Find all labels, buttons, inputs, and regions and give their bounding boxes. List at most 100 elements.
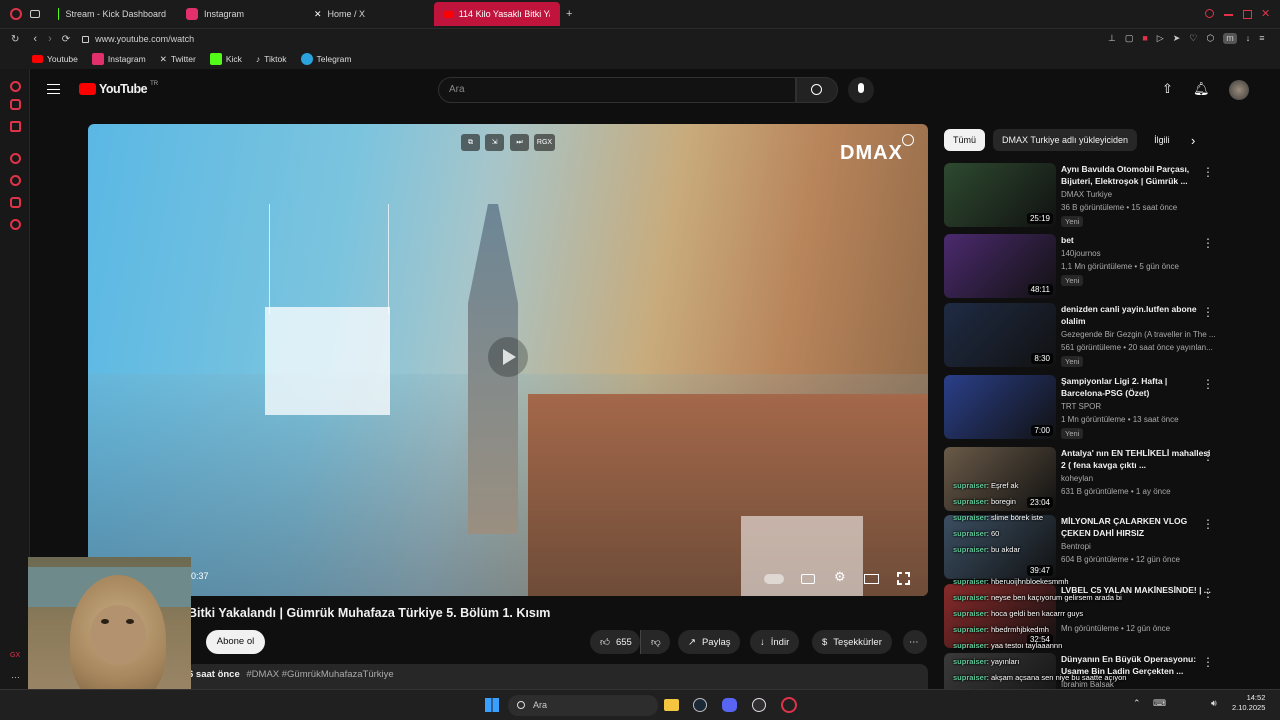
- channel-name[interactable]: TRT SPOR: [1061, 402, 1101, 411]
- search-input[interactable]: Ara: [438, 77, 796, 103]
- youtube-logo[interactable]: YouTube TR: [79, 81, 158, 96]
- share-button[interactable]: ↗ Paylaş: [678, 630, 741, 654]
- upload-icon[interactable]: ⇧: [1162, 81, 1173, 97]
- video-thumbnail[interactable]: 48:11: [944, 234, 1056, 298]
- network-icon[interactable]: ⌨: [1153, 698, 1166, 709]
- history-icon[interactable]: [10, 175, 21, 186]
- chip-related[interactable]: İlgili: [1145, 129, 1179, 151]
- chip-uploader[interactable]: DMAX Turkiye adlı yükleyiciden: [993, 129, 1138, 151]
- taskbar-search[interactable]: Ara: [508, 695, 658, 716]
- more-actions-button[interactable]: ⋯: [903, 630, 927, 654]
- video-thumbnail[interactable]: 25:19: [944, 163, 1056, 227]
- chevron-right-icon[interactable]: ›: [1191, 133, 1195, 148]
- play-icon[interactable]: ▷: [1157, 33, 1164, 44]
- like-button[interactable]: 👍︎ 655: [590, 630, 640, 654]
- messenger-icon[interactable]: [10, 99, 21, 110]
- new-tab-button[interactable]: +: [566, 8, 572, 20]
- bookmark-telegram[interactable]: Telegram: [300, 53, 351, 65]
- fullscreen-icon[interactable]: [897, 572, 910, 585]
- opera-logo-icon[interactable]: [10, 8, 22, 20]
- avatar[interactable]: [1229, 80, 1249, 100]
- discord-icon[interactable]: [722, 698, 737, 712]
- more-options-icon[interactable]: ⋮: [1202, 236, 1214, 250]
- aria-icon[interactable]: [10, 81, 21, 92]
- more-icon[interactable]: …: [11, 670, 20, 680]
- refresh-icon[interactable]: ⟳: [62, 34, 70, 45]
- bookmark-kick[interactable]: Kick: [209, 53, 242, 65]
- rgx-button[interactable]: RGX: [534, 134, 555, 151]
- channel-name[interactable]: 140journos: [1061, 249, 1101, 258]
- skip-button[interactable]: ⏭: [510, 134, 529, 151]
- video-thumbnail[interactable]: 8:30: [944, 303, 1056, 367]
- reload-icon[interactable]: ↻: [11, 34, 19, 45]
- bookmark-youtube[interactable]: Youtube: [32, 54, 78, 64]
- search-button[interactable]: [796, 77, 838, 103]
- heart-icon[interactable]: ♡: [1189, 33, 1197, 44]
- recommendation-title[interactable]: denizden canli yayin.lutfen abone olalim: [1061, 303, 1211, 327]
- screenshot-icon[interactable]: ▢: [1125, 33, 1134, 44]
- system-clock[interactable]: 14:52 2.10.2025: [1232, 693, 1265, 713]
- close-window-button[interactable]: ✕: [1261, 7, 1270, 20]
- theater-mode-icon[interactable]: [864, 574, 879, 584]
- more-options-icon[interactable]: ⋮: [1202, 377, 1214, 391]
- forward-icon[interactable]: ›: [48, 33, 52, 45]
- player-icon[interactable]: [10, 153, 21, 164]
- tray-chevron-icon[interactable]: ⌃: [1133, 698, 1141, 709]
- settings-icon[interactable]: [10, 219, 21, 230]
- chip-all[interactable]: Tümü: [944, 129, 986, 151]
- bookmark-tiktok[interactable]: ♪ Tiktok: [256, 54, 287, 64]
- steam-icon[interactable]: [693, 698, 707, 712]
- recommendation-title[interactable]: Şampiyonlar Ligi 2. Hafta | Barcelona-PS…: [1061, 375, 1211, 399]
- extensions-icon[interactable]: [10, 197, 21, 208]
- autoplay-toggle[interactable]: [764, 574, 784, 584]
- tab-kick-dashboard[interactable]: Stream - Kick Dashboard: [48, 2, 176, 26]
- volume-icon[interactable]: 🔊︎: [1211, 698, 1217, 709]
- recommendation-title[interactable]: Antalya' nın EN TEHLİKELİ mahallesi 2 ( …: [1061, 447, 1211, 471]
- hashtags[interactable]: #DMAX #GümrükMuhafazaTürkiye: [246, 669, 393, 680]
- windows-start-icon[interactable]: [485, 698, 499, 712]
- settings-gear-icon[interactable]: ⚙︎: [834, 569, 846, 585]
- bookmark-instagram[interactable]: Instagram: [91, 53, 146, 65]
- search-tabs-icon[interactable]: [1205, 9, 1214, 18]
- download-button[interactable]: ↓ İndir: [750, 630, 800, 654]
- more-options-icon[interactable]: ⋮: [1202, 165, 1214, 179]
- opera-gx-icon[interactable]: [781, 697, 797, 713]
- workspaces-icon[interactable]: [30, 10, 40, 18]
- pip-button[interactable]: ⇲: [485, 134, 504, 151]
- recommendation-title[interactable]: bet: [1061, 234, 1211, 246]
- minimize-button[interactable]: [1224, 14, 1233, 16]
- channel-name[interactable]: Gezegende Bir Gezgin (A traveller in The…: [1061, 330, 1216, 339]
- notifications-bell-icon[interactable]: 🔔︎: [1193, 81, 1210, 97]
- subtitles-icon[interactable]: [801, 574, 815, 584]
- tab-youtube-active[interactable]: 114 Kilo Yasaklı Bitki Yaka: [434, 2, 560, 26]
- recommendation-item[interactable]: 7:00 Şampiyonlar Ligi 2. Hafta | Barcelon…: [944, 375, 1224, 439]
- channel-name[interactable]: DMAX Turkiye: [1061, 190, 1112, 199]
- center-play-button[interactable]: [488, 337, 528, 377]
- obs-icon[interactable]: [752, 698, 766, 712]
- profile-icon[interactable]: m: [1223, 33, 1237, 44]
- pin-icon[interactable]: ⊥: [1108, 33, 1116, 44]
- bookmark-twitter[interactable]: ✕ Twitter: [160, 54, 196, 65]
- mail-icon[interactable]: [10, 121, 21, 132]
- recommendation-item[interactable]: 25:19 Aynı Bavulda Otomobil Parçası, Biju…: [944, 163, 1224, 227]
- download-icon[interactable]: ↓: [1246, 33, 1251, 44]
- more-options-icon[interactable]: ⋮: [1202, 305, 1214, 319]
- menu-icon[interactable]: ≡: [1259, 33, 1264, 44]
- vpn-shield-icon[interactable]: ■: [1142, 33, 1147, 44]
- video-thumbnail[interactable]: 7:00: [944, 375, 1056, 439]
- recommendation-item[interactable]: 48:11 bet 140journos 1,1 Mn görüntüleme • 5…: [944, 234, 1224, 298]
- url-field[interactable]: www.youtube.com/watch: [95, 34, 194, 44]
- extensions-icon[interactable]: ⬡: [1206, 33, 1214, 44]
- send-icon[interactable]: ➤: [1173, 33, 1181, 44]
- voice-search-button[interactable]: [848, 77, 874, 103]
- gx-icon[interactable]: GX: [10, 652, 20, 659]
- miniplayer-button[interactable]: ⧉: [461, 134, 480, 151]
- info-icon[interactable]: [902, 134, 914, 146]
- dislike-button[interactable]: 👎︎: [640, 630, 670, 654]
- subscribe-button[interactable]: Abone ol: [206, 630, 265, 654]
- tab-instagram[interactable]: Instagram: [176, 2, 304, 26]
- maximize-button[interactable]: [1243, 10, 1252, 19]
- tab-x-home[interactable]: ✕ Home / X: [304, 2, 432, 26]
- file-explorer-icon[interactable]: [664, 699, 679, 711]
- more-options-icon[interactable]: ⋮: [1202, 449, 1214, 463]
